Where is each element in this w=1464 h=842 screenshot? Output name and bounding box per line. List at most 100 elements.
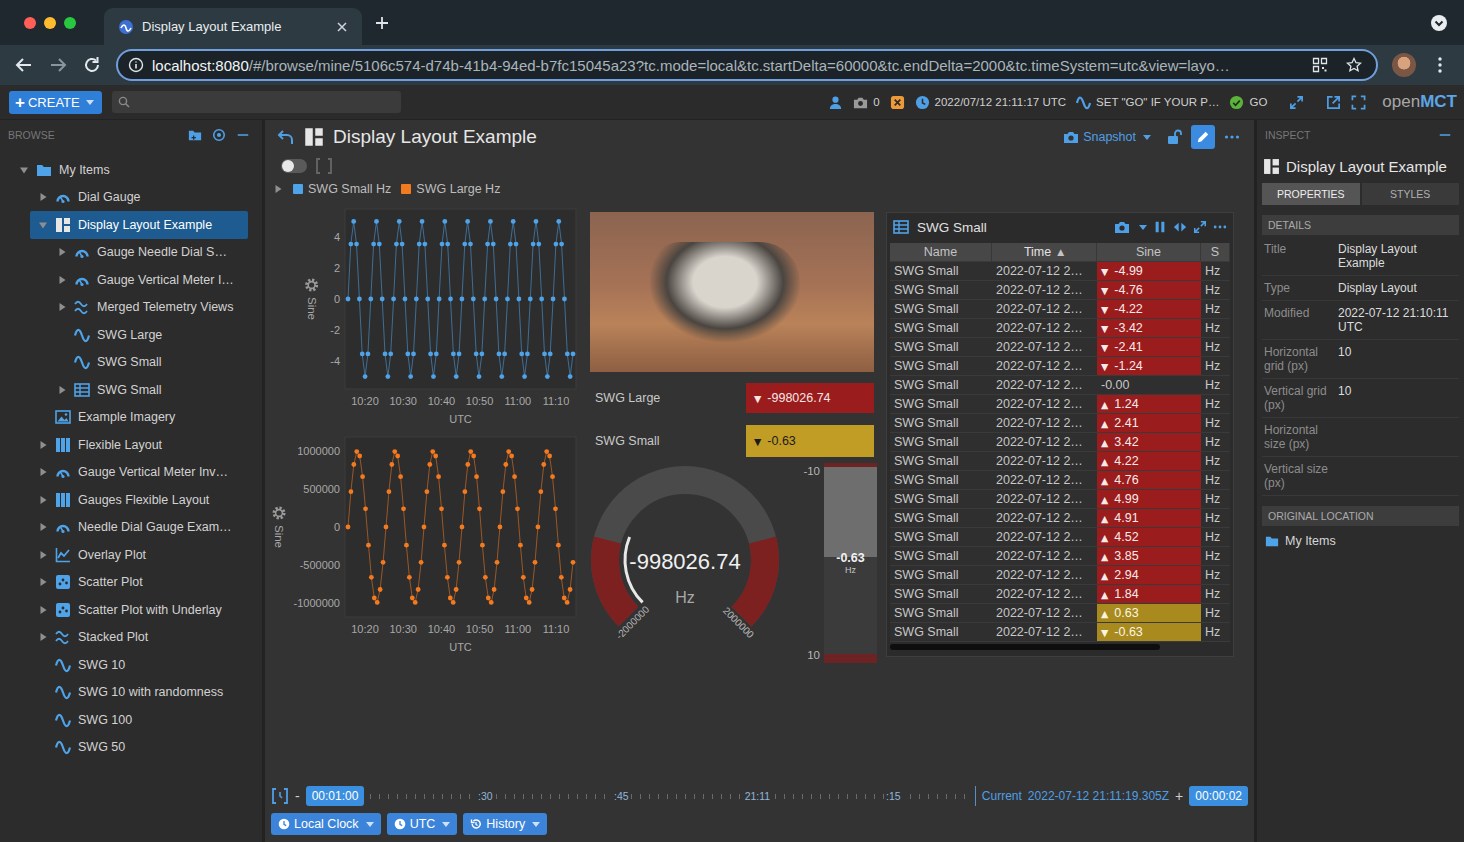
data-point[interactable] bbox=[571, 352, 576, 357]
tree-item-body[interactable]: SWG Small bbox=[49, 376, 248, 404]
table-row[interactable]: SWG Small2022-07-12 2…▲3.42Hz bbox=[890, 433, 1230, 452]
data-point[interactable] bbox=[530, 587, 535, 592]
expand-arrow-icon[interactable] bbox=[38, 577, 48, 587]
data-point[interactable] bbox=[377, 242, 382, 247]
column-header[interactable]: S bbox=[1201, 243, 1230, 261]
data-point[interactable] bbox=[553, 506, 558, 511]
data-point[interactable] bbox=[527, 600, 532, 605]
table-row[interactable]: SWG Small2022-07-12 2…▲3.85Hz bbox=[890, 547, 1230, 566]
tree-item-body[interactable]: Gauge Needle Dial S… bbox=[49, 239, 248, 267]
tree-item-body[interactable]: Scatter Plot with Underlay bbox=[30, 596, 248, 624]
data-point[interactable] bbox=[437, 297, 442, 302]
data-point[interactable] bbox=[394, 242, 399, 247]
tree-item[interactable]: Flexible Layout bbox=[0, 431, 262, 459]
data-point[interactable] bbox=[468, 242, 473, 247]
frame-toggle-switch[interactable] bbox=[281, 159, 307, 173]
data-point[interactable] bbox=[385, 374, 390, 379]
legend-expand-arrow-icon[interactable] bbox=[273, 184, 283, 194]
data-point[interactable] bbox=[368, 297, 373, 302]
more-options-icon[interactable] bbox=[1224, 129, 1240, 145]
locate-icon[interactable] bbox=[212, 128, 226, 142]
expand-columns-icon[interactable] bbox=[1173, 220, 1187, 234]
data-point[interactable] bbox=[488, 219, 493, 224]
url-field[interactable]: localhost:8080/#/browse/mine/5106c574-d7… bbox=[116, 49, 1378, 81]
tree-item[interactable]: Dial Gauge bbox=[0, 184, 262, 212]
expand-arrow-icon[interactable] bbox=[57, 302, 67, 312]
column-header[interactable]: Time▲ bbox=[992, 243, 1097, 261]
legend-item[interactable]: SWG Small Hz bbox=[293, 182, 391, 196]
tree-item[interactable]: Scatter Plot bbox=[0, 569, 262, 597]
data-point[interactable] bbox=[417, 242, 422, 247]
horizontal-scrollbar[interactable] bbox=[890, 644, 1160, 650]
tree-item-body[interactable]: SWG 50 bbox=[30, 734, 248, 762]
data-point[interactable] bbox=[380, 297, 385, 302]
alphanumeric-view[interactable]: SWG Large▼-998026.74 bbox=[590, 383, 874, 413]
data-point[interactable] bbox=[383, 352, 388, 357]
data-point[interactable] bbox=[568, 374, 573, 379]
data-point[interactable] bbox=[559, 242, 564, 247]
table-row[interactable]: SWG Small2022-07-12 2…▲4.76Hz bbox=[890, 471, 1230, 490]
data-point[interactable] bbox=[515, 506, 520, 511]
tree-item[interactable]: Stacked Plot bbox=[0, 624, 262, 652]
tree-item-body[interactable]: SWG 10 with randomness bbox=[30, 679, 248, 707]
data-point[interactable] bbox=[431, 374, 436, 379]
alphanumeric-view[interactable]: SWG Small▼-0.63 bbox=[590, 425, 874, 457]
zoom-window-button[interactable] bbox=[64, 17, 76, 29]
search-field[interactable] bbox=[112, 91, 401, 113]
data-point[interactable] bbox=[366, 543, 371, 548]
tab-search-chevron-icon[interactable] bbox=[1430, 14, 1448, 32]
plot-view[interactable]: Sine10000005000000-500000-100000010:2010… bbox=[270, 433, 580, 658]
expand-arrow-icon[interactable] bbox=[38, 605, 48, 615]
data-point[interactable] bbox=[538, 489, 543, 494]
tree-item-body[interactable]: Flexible Layout bbox=[30, 431, 248, 459]
tree-item-body[interactable]: Dial Gauge bbox=[30, 184, 248, 212]
table-row[interactable]: SWG Small2022-07-12 2…▲4.22Hz bbox=[890, 452, 1230, 471]
data-point[interactable] bbox=[404, 543, 409, 548]
data-point[interactable] bbox=[465, 462, 470, 467]
data-point[interactable] bbox=[489, 600, 494, 605]
data-point[interactable] bbox=[411, 352, 416, 357]
data-point[interactable] bbox=[551, 297, 556, 302]
tree-item-body[interactable]: Stacked Plot bbox=[30, 624, 248, 652]
data-point[interactable] bbox=[544, 449, 549, 454]
close-tab-icon[interactable] bbox=[336, 21, 348, 33]
data-point[interactable] bbox=[550, 474, 555, 479]
data-point[interactable] bbox=[518, 543, 523, 548]
dial-gauge[interactable]: -998026.74Hz-20000002000000 bbox=[590, 463, 790, 658]
tree-item[interactable]: SWG Small bbox=[0, 376, 262, 404]
data-point[interactable] bbox=[416, 587, 421, 592]
data-point[interactable] bbox=[565, 600, 570, 605]
data-point[interactable] bbox=[460, 525, 465, 530]
data-point[interactable] bbox=[525, 352, 530, 357]
time-menu-button[interactable]: Local Clock bbox=[271, 813, 381, 835]
data-point[interactable] bbox=[414, 297, 419, 302]
data-point[interactable] bbox=[442, 543, 447, 548]
data-point[interactable] bbox=[425, 297, 430, 302]
data-point[interactable] bbox=[422, 525, 427, 530]
data-point[interactable] bbox=[354, 242, 359, 247]
expand-arrow-icon[interactable] bbox=[38, 522, 48, 532]
data-point[interactable] bbox=[497, 352, 502, 357]
table-row[interactable]: SWG Small2022-07-12 2…▼-4.99Hz bbox=[890, 262, 1230, 281]
data-point[interactable] bbox=[547, 454, 552, 459]
data-point[interactable] bbox=[522, 374, 527, 379]
data-point[interactable] bbox=[559, 575, 564, 580]
data-point[interactable] bbox=[434, 352, 439, 357]
table-row[interactable]: SWG Small2022-07-12 2…▲1.84Hz bbox=[890, 585, 1230, 604]
data-point[interactable] bbox=[556, 219, 561, 224]
inspector-tab[interactable]: PROPERTIES bbox=[1262, 183, 1360, 205]
tree-item[interactable]: Example Imagery bbox=[0, 404, 262, 432]
data-point[interactable] bbox=[369, 575, 374, 580]
data-point[interactable] bbox=[508, 242, 513, 247]
data-point[interactable] bbox=[474, 474, 479, 479]
time-axis[interactable]: :30:4521:11:15 bbox=[370, 786, 968, 806]
data-point[interactable] bbox=[357, 297, 362, 302]
tree-item-body[interactable]: Example Imagery bbox=[30, 404, 248, 432]
data-point[interactable] bbox=[349, 489, 354, 494]
plot-chart[interactable]: Sine10000005000000-500000-100000010:2010… bbox=[270, 433, 580, 658]
data-point[interactable] bbox=[442, 219, 447, 224]
data-point[interactable] bbox=[536, 525, 541, 530]
expand-arrow-icon[interactable] bbox=[38, 440, 48, 450]
browser-menu-icon[interactable] bbox=[1430, 55, 1450, 75]
tree-item-body[interactable]: Scatter Plot bbox=[30, 569, 248, 597]
